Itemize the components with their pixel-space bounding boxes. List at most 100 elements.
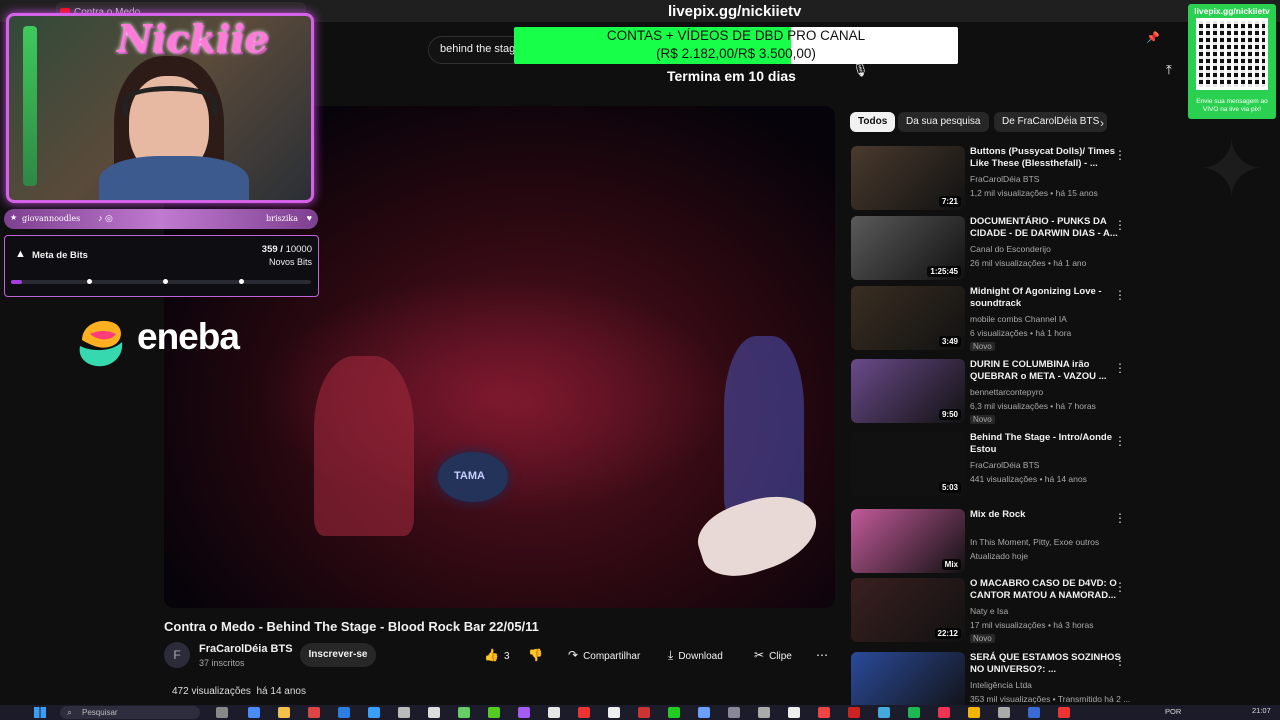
dislike-button[interactable]: 👎 [524, 643, 548, 667]
taskbar-app-icon[interactable] [1058, 707, 1070, 718]
taskbar-app-icon[interactable] [308, 707, 320, 718]
recommendation-channel[interactable]: mobile combs Channel IA [970, 314, 1067, 324]
heart-icon: ♥ [306, 213, 312, 223]
taskbar-language[interactable]: POR [1165, 707, 1181, 716]
recommendation-duration: 3:49 [938, 336, 961, 347]
recommendation-item[interactable]: 5:03 Behind The Stage - Intro/Aonde Estou… [851, 432, 1131, 498]
recommendation-meta: 6,3 mil visualizações • há 7 horas [970, 401, 1096, 411]
channel-name[interactable]: FraCarolDéia BTS [199, 643, 293, 655]
taskbar-search[interactable]: ⌕ Pesquisar [60, 706, 200, 719]
taskbar-app-icon[interactable] [998, 707, 1010, 718]
taskbar-app-icon[interactable] [818, 707, 830, 718]
recommendation-item[interactable]: 9:50 DURIN E COLUMBINA irão QUEBRAR o MET… [851, 359, 1131, 425]
chip-from-channel[interactable]: De FraCarolDéia BTS [994, 112, 1108, 132]
download-icon: ⤓ [668, 648, 674, 662]
pin-icon[interactable]: 📌 [1146, 31, 1160, 44]
recommendation-channel[interactable]: Inteligência Ltda [970, 680, 1032, 690]
recommendation-meta: 353 mil visualizações • Transmitido há 2… [970, 694, 1131, 704]
social-handle-left: giovannoodles [22, 214, 81, 223]
recommendation-thumbnail[interactable]: 5:03 [851, 432, 965, 496]
more-vertical-icon[interactable]: ⋮ [1114, 218, 1126, 232]
upload-icon[interactable]: ⤒ [1166, 62, 1172, 78]
recommendation-item[interactable]: 3:49 Midnight Of Agonizing Love - soundtr… [851, 286, 1131, 352]
recommendation-channel[interactable]: Naty e Isa [970, 606, 1008, 616]
taskbar-app-icon[interactable] [728, 707, 740, 718]
bits-progress-fill [11, 280, 22, 284]
microphone-icon[interactable]: 🎙 [852, 62, 869, 78]
subscribe-button[interactable]: Inscrever-se [300, 643, 376, 667]
taskbar-app-icon[interactable] [216, 707, 228, 718]
taskbar-app-icon[interactable] [278, 707, 290, 718]
more-vertical-icon[interactable]: ⋮ [1114, 434, 1126, 448]
bits-total: 10000 [285, 244, 312, 255]
recommendation-thumbnail[interactable]: Mix [851, 509, 965, 573]
taskbar-app-icon[interactable] [968, 707, 980, 718]
taskbar-app-icon[interactable] [368, 707, 380, 718]
recommendation-item[interactable]: 22:12 O MACABRO CASO DE D4VD: O CANTOR MA… [851, 578, 1131, 644]
more-vertical-icon[interactable]: ⋮ [1114, 361, 1126, 375]
channel-avatar[interactable]: F [164, 642, 190, 668]
recommendation-thumbnail[interactable]: 22:12 [851, 578, 965, 642]
recommendation-meta: 26 mil visualizações • há 1 ano [970, 258, 1087, 268]
more-actions-button[interactable]: ⋯ [812, 643, 834, 667]
more-vertical-icon[interactable]: ⋮ [1114, 288, 1126, 302]
sponsor-wordmark: eneba [137, 316, 240, 357]
recommendation-title[interactable]: DOCUMENTÁRIO - PUNKS DA CIDADE - DE DARW… [970, 216, 1122, 240]
windows-start-icon[interactable] [34, 707, 46, 718]
taskbar-app-icon[interactable] [338, 707, 350, 718]
recommendation-thumbnail[interactable]: 7:21 [851, 146, 965, 210]
taskbar-app-icon[interactable] [788, 707, 800, 718]
taskbar-app-icon[interactable] [878, 707, 890, 718]
taskbar-app-icon[interactable] [848, 707, 860, 718]
recommendation-title[interactable]: Behind The Stage - Intro/Aonde Estou [970, 432, 1122, 456]
taskbar-app-icon[interactable] [518, 707, 530, 718]
recommendation-channel[interactable]: bennettarcontepyro [970, 387, 1043, 397]
like-button[interactable]: 👍 3 [478, 643, 522, 667]
taskbar-app-icon[interactable] [578, 707, 590, 718]
share-button[interactable]: ↷ Compartilhar [564, 643, 656, 667]
more-vertical-icon[interactable]: ⋮ [1114, 148, 1126, 162]
recommendation-thumbnail[interactable]: 9:50 [851, 359, 965, 423]
recommendation-channel[interactable]: FraCarolDéia BTS [970, 174, 1039, 184]
taskbar-app-icon[interactable] [638, 707, 650, 718]
taskbar-app-icon[interactable] [488, 707, 500, 718]
download-button[interactable]: ⤓ Download [664, 643, 744, 667]
taskbar-app-icon[interactable] [698, 707, 710, 718]
recommendation-thumbnail[interactable]: 3:49 [851, 286, 965, 350]
taskbar-clock[interactable]: 21:07 [1252, 706, 1271, 715]
chip-all[interactable]: Todos [850, 112, 896, 132]
clip-button[interactable]: ✂ Clipe [750, 643, 802, 667]
recommendation-channel[interactable]: FraCarolDéia BTS [970, 460, 1039, 470]
chip-from-search[interactable]: Da sua pesquisa [898, 112, 989, 132]
recommendation-title[interactable]: DURIN E COLUMBINA irão QUEBRAR o META - … [970, 359, 1122, 383]
taskbar-app-icon[interactable] [398, 707, 410, 718]
recommendation-channel[interactable]: In This Moment, Pitty, Exoe outros [970, 537, 1099, 547]
qr-caption: Envie sua mensagem ao VIVO na live via p… [1196, 98, 1268, 113]
taskbar-app-icon[interactable] [248, 707, 260, 718]
taskbar-app-icon[interactable] [1028, 707, 1040, 718]
more-vertical-icon[interactable]: ⋮ [1114, 511, 1126, 525]
recommendation-item[interactable]: Mix Mix de Rock In This Moment, Pitty, Exo… [851, 509, 1131, 575]
taskbar-app-icon[interactable] [458, 707, 470, 718]
taskbar-app-icon[interactable] [758, 707, 770, 718]
more-vertical-icon[interactable]: ⋮ [1114, 580, 1126, 594]
more-vertical-icon[interactable]: ⋮ [1114, 654, 1126, 668]
recommendation-title[interactable]: Mix de Rock [970, 509, 1122, 521]
recommendation-channel[interactable]: Canal do Esconderijo [970, 244, 1051, 254]
taskbar-app-icon[interactable] [548, 707, 560, 718]
recommendation-title[interactable]: SERÁ QUE ESTAMOS SOZINHOS NO UNIVERSO?: … [970, 652, 1122, 676]
recommendation-item[interactable]: 1:25:45 DOCUMENTÁRIO - PUNKS DA CIDADE - … [851, 216, 1131, 282]
recommendation-title[interactable]: O MACABRO CASO DE D4VD: O CANTOR MATOU A… [970, 578, 1122, 602]
taskbar-app-icon[interactable] [428, 707, 440, 718]
taskbar-app-icon[interactable] [668, 707, 680, 718]
taskbar-app-icon[interactable] [608, 707, 620, 718]
recommendation-item[interactable]: 7:21 Buttons (Pussycat Dolls)/ Times Like… [851, 146, 1131, 212]
recommendation-title[interactable]: Buttons (Pussycat Dolls)/ Times Like The… [970, 146, 1122, 170]
taskbar-app-icon[interactable] [908, 707, 920, 718]
chevron-right-icon[interactable]: › [1100, 116, 1104, 130]
recommendation-title[interactable]: Midnight Of Agonizing Love - soundtrack [970, 286, 1122, 310]
eneba-logo-icon [79, 320, 123, 367]
bits-goal-widget: ▲ Meta de Bits 359 / 10000 Novos Bits [4, 235, 319, 297]
taskbar-app-icon[interactable] [938, 707, 950, 718]
recommendation-thumbnail[interactable]: 1:25:45 [851, 216, 965, 280]
